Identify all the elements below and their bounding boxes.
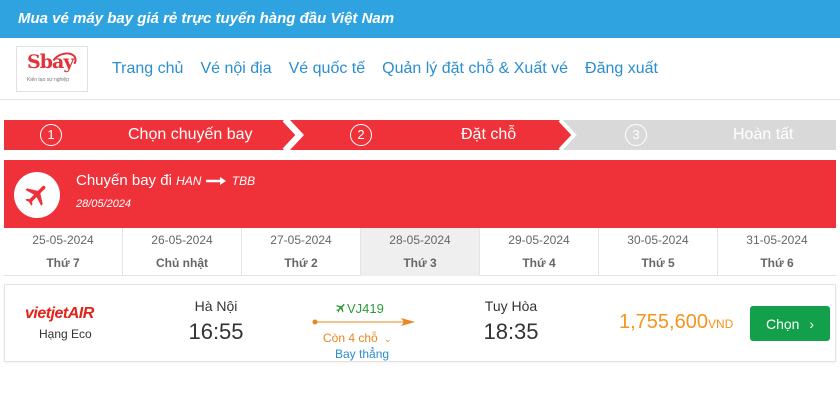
step-1-label: Chọn chuyến bay: [128, 126, 253, 143]
weekday-value: Chủ nhật: [156, 256, 208, 270]
route-title-text: Chuyến bay đi: [76, 172, 172, 189]
chevron-down-icon: ⌄: [384, 334, 392, 344]
booking-steps: 1 Chọn chuyến bay 2 Đặt chỗ 3 Hoàn tất: [4, 120, 836, 150]
date-tab[interactable]: 29-05-2024 Thứ 4: [480, 228, 599, 276]
date-tab[interactable]: 30-05-2024 Thứ 5: [599, 228, 718, 276]
direct-flight-label: Bay thẳng: [335, 347, 390, 361]
price-currency: VND: [707, 317, 734, 331]
date-tab[interactable]: 31-05-2024 Thứ 6: [718, 228, 836, 276]
step-2-label: Đặt chỗ: [461, 126, 517, 143]
arrival-city: Tuy Hòa: [484, 298, 538, 314]
route-date: 28/05/2024: [76, 198, 132, 210]
cabin-class: Hạng Eco: [39, 327, 92, 341]
nav-international-tickets[interactable]: Vé quốc tế: [289, 60, 366, 78]
departure-city: Hà Nội: [194, 298, 238, 314]
date-tab[interactable]: 27-05-2024 Thứ 2: [242, 228, 361, 276]
step-2-shape: [290, 120, 574, 150]
date-tab[interactable]: 26-05-2024 Chủ nhật: [123, 228, 242, 276]
flight-code: VJ419: [335, 301, 384, 316]
date-value: 25-05-2024: [32, 233, 94, 247]
flight-path-icon: [312, 318, 415, 326]
top-banner: Mua vé máy bay giá rẻ trực tuyến hàng đầ…: [0, 0, 840, 38]
weekday-value: Thứ 3: [403, 256, 437, 270]
main-nav: Trang chủ Vé nội địa Vé quốc tế Quản lý …: [112, 38, 675, 100]
date-value: 29-05-2024: [508, 233, 570, 247]
nav-logout[interactable]: Đăng xuất: [585, 60, 658, 78]
date-value: 26-05-2024: [151, 233, 213, 247]
step-3-shape: [558, 120, 836, 150]
plane-small-icon: [336, 304, 345, 313]
step-3-number: 3: [625, 124, 647, 146]
step-1-number: 1: [40, 124, 62, 146]
weekday-value: Thứ 2: [284, 256, 318, 270]
route-to: TBB: [231, 174, 256, 188]
site-header: Sbay Kiến tạo sự nghiệp Trang chủ Vé nội…: [0, 38, 840, 100]
weekday-value: Thứ 7: [46, 256, 80, 270]
date-value: 30-05-2024: [627, 233, 689, 247]
date-value: 27-05-2024: [270, 233, 332, 247]
weekday-value: Thứ 5: [641, 256, 675, 270]
date-value: 28-05-2024: [389, 233, 451, 247]
date-tab-selected[interactable]: 28-05-2024 Thứ 3: [361, 228, 480, 276]
select-button-label: Chọn: [765, 315, 800, 332]
weekday-value: Thứ 6: [760, 256, 794, 270]
price-value: 1,755,600: [619, 311, 708, 333]
route-header: Chuyến bay đi HAN TBB 28/05/2024: [4, 160, 836, 228]
date-value: 31-05-2024: [746, 233, 808, 247]
nav-home[interactable]: Trang chủ: [112, 60, 183, 78]
date-selector: 25-05-2024 Thứ 7 26-05-2024 Chủ nhật 27-…: [4, 228, 836, 276]
sbay-logo[interactable]: Sbay Kiến tạo sự nghiệp: [16, 46, 88, 92]
route-from: HAN: [176, 174, 202, 188]
vietjet-logo: vietjetAIR: [25, 305, 94, 322]
banner-text: Mua vé máy bay giá rẻ trực tuyến hàng đầ…: [18, 10, 395, 27]
nav-domestic-tickets[interactable]: Vé nội địa: [200, 60, 271, 78]
departure-time: 16:55: [188, 319, 244, 344]
flight-result-card: vietjetAIR Hạng Eco Hà Nội 16:55 VJ419 C…: [4, 284, 836, 362]
logo-tagline: Kiến tạo sự nghiệp: [27, 77, 69, 83]
select-flight-button[interactable]: Chọn ›: [750, 306, 830, 341]
step-3-label: Hoàn tất: [733, 126, 794, 143]
arrival-time: 18:35: [483, 319, 539, 344]
airplane-icon: [14, 172, 60, 218]
weekday-value: Thứ 4: [522, 256, 556, 270]
price: 1,755,600VND: [619, 311, 733, 334]
step-2-number: 2: [350, 124, 372, 146]
date-tab[interactable]: 25-05-2024 Thứ 7: [4, 228, 123, 276]
arrow-right-icon: [205, 177, 226, 186]
chevron-right-icon: ›: [809, 315, 815, 332]
seats-left: Còn 4 chỗ: [323, 331, 378, 345]
route-title: Chuyến bay đi HAN TBB: [76, 172, 255, 189]
seats-dropdown[interactable]: Còn 4 chỗ ⌄: [323, 331, 392, 345]
flight-code-text: VJ419: [347, 301, 384, 316]
nav-manage-booking[interactable]: Quản lý đặt chỗ & Xuất vé: [382, 60, 568, 78]
